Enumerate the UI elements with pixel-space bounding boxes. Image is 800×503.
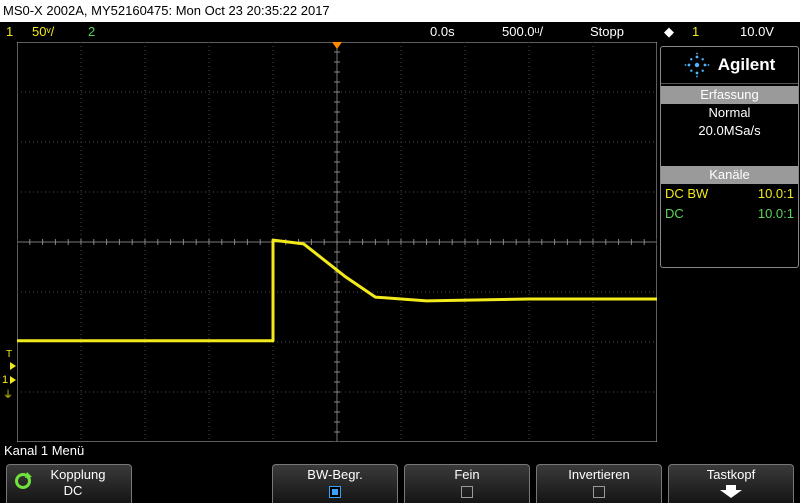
probe-label: Tastkopf bbox=[706, 467, 756, 482]
fine-softkey[interactable]: Fein bbox=[404, 464, 530, 503]
fine-label: Fein bbox=[454, 467, 480, 482]
menu-label: Kanal 1 Menü bbox=[4, 443, 85, 458]
sample-rate: 20.0MSa/s bbox=[698, 123, 761, 138]
window-title: MS0-X 2002A, MY52160475: Mon Oct 23 20:3… bbox=[0, 0, 800, 22]
trigger-slope-icon: ◆ bbox=[664, 24, 674, 39]
invert-softkey[interactable]: Invertieren bbox=[536, 464, 662, 503]
run-state[interactable]: Stopp bbox=[590, 22, 624, 42]
channel-row-1: DC BW 10.0:1 bbox=[661, 184, 798, 204]
ch1-number[interactable]: 1 bbox=[6, 22, 13, 42]
rotate-knob-icon bbox=[15, 472, 32, 489]
channels-header: Kanäle bbox=[661, 166, 798, 184]
ch1-coupling: DC BW bbox=[665, 186, 709, 201]
coupling-softkey[interactable]: Kopplung DC bbox=[6, 464, 132, 503]
invert-label: Invertieren bbox=[568, 467, 630, 482]
channel-row-2: DC 10.0:1 bbox=[661, 204, 798, 224]
fine-checkbox[interactable] bbox=[461, 486, 473, 498]
waveform-display[interactable] bbox=[17, 42, 657, 442]
status-bar: 1 50ᵛ/ 2 0.0s 500.0ᵘ/ Stopp ◆ 1 10.0V bbox=[0, 22, 800, 42]
trigger-level[interactable]: 10.0V bbox=[740, 22, 774, 42]
ch2-probe: 10.0:1 bbox=[757, 206, 794, 221]
bw-limit-label: BW-Begr. bbox=[307, 467, 363, 482]
time-scale[interactable]: 500.0ᵘ/ bbox=[502, 22, 543, 42]
softkey-bar: Kopplung DC BW-Begr. Fein Invertieren Ta… bbox=[0, 460, 800, 503]
bw-limit-softkey[interactable]: BW-Begr. bbox=[272, 464, 398, 503]
submenu-arrow-icon bbox=[720, 485, 742, 498]
ch1-ground-marker: 1 bbox=[2, 374, 9, 386]
trigger-source[interactable]: 1 bbox=[692, 22, 699, 42]
trigger-level-marker: T bbox=[6, 349, 13, 360]
agilent-spark-icon bbox=[684, 52, 710, 78]
invert-checkbox[interactable] bbox=[593, 486, 605, 498]
time-reference[interactable]: 0.0s bbox=[430, 22, 455, 42]
bw-limit-checkbox[interactable] bbox=[329, 486, 341, 498]
acquisition-header: Erfassung bbox=[661, 86, 798, 104]
brand-logo: Agilent bbox=[661, 47, 798, 84]
ground-icon: ⏚ bbox=[3, 390, 13, 401]
ch1-scale[interactable]: 50ᵛ/ bbox=[32, 22, 54, 42]
ch1-arrow-icon bbox=[10, 376, 16, 384]
info-panel: Agilent Erfassung Normal 20.0MSa/s Kanäl… bbox=[660, 46, 799, 268]
probe-softkey[interactable]: Tastkopf bbox=[668, 464, 794, 503]
ch2-number[interactable]: 2 bbox=[88, 22, 95, 42]
ch2-coupling: DC bbox=[665, 206, 684, 221]
trigger-arrow-icon bbox=[10, 362, 16, 370]
acquisition-mode: Normal bbox=[708, 105, 751, 120]
ch1-probe: 10.0:1 bbox=[757, 186, 794, 201]
brand-name: Agilent bbox=[717, 55, 776, 74]
